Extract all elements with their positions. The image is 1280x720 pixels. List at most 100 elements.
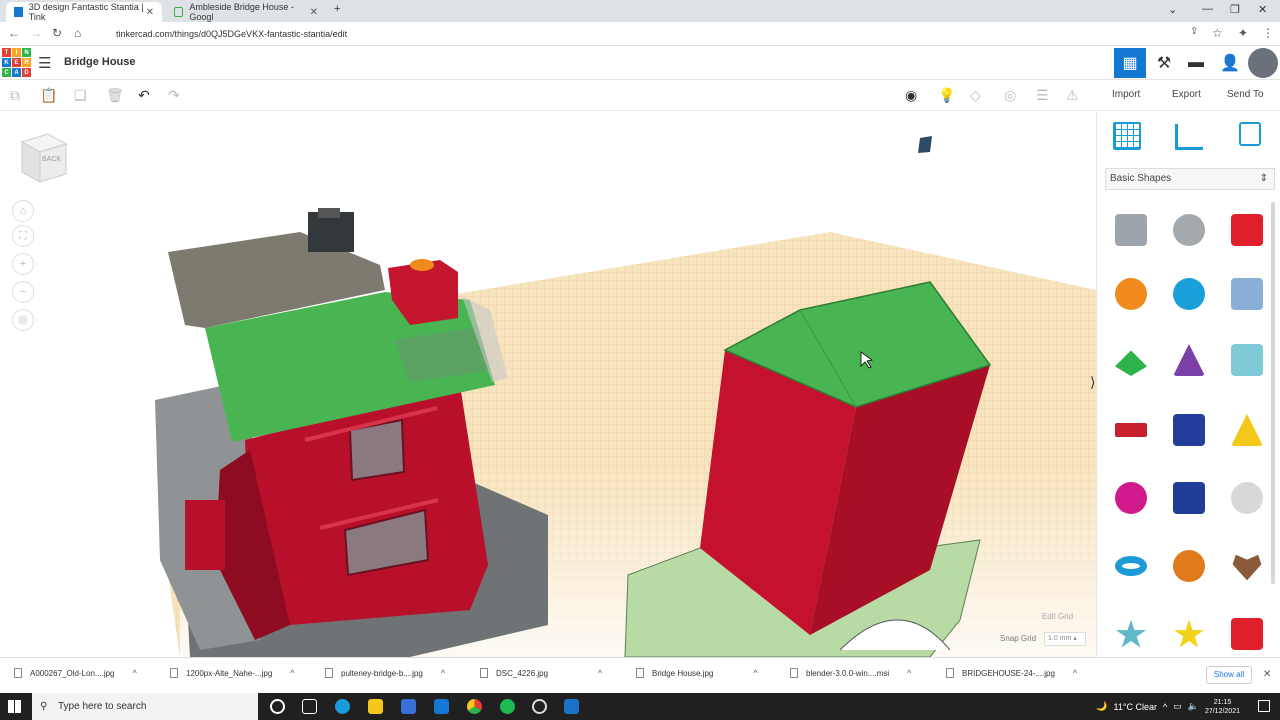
align-icon[interactable]: ☰: [1036, 87, 1049, 104]
chevron-up-icon[interactable]: ^: [290, 668, 294, 678]
url-field[interactable]: tinkercad.com/things/d0QJ5DGeVKX-fantast…: [100, 25, 1180, 43]
shape-icon[interactable]: ◇: [970, 87, 981, 104]
notifications-icon[interactable]: [1258, 700, 1270, 712]
export-button[interactable]: Export: [1172, 89, 1201, 100]
volume-icon[interactable]: 🔈: [1188, 701, 1199, 712]
download-item[interactable]: pulteney-bridge-b....jpg ^: [325, 668, 445, 678]
shape-half-sphere[interactable]: [1109, 476, 1153, 520]
shape-cylinder[interactable]: [1109, 272, 1153, 316]
browser-tab-google[interactable]: Ambleside Bridge House - Googl ✕: [166, 2, 326, 22]
fit-view-icon[interactable]: ⛶: [12, 225, 34, 247]
close-downloads-icon[interactable]: ✕: [1263, 669, 1271, 680]
chevron-up-icon[interactable]: ^: [753, 668, 757, 678]
bookmark-star-icon[interactable]: ☆: [1212, 26, 1223, 40]
close-tab-icon[interactable]: ✕: [146, 7, 154, 18]
shape-wedge-box[interactable]: [1167, 408, 1211, 452]
light-icon[interactable]: 💡: [938, 87, 955, 104]
close-tab-icon[interactable]: ✕: [310, 7, 318, 18]
3d-scene[interactable]: [0, 112, 1096, 657]
tinkercad-logo[interactable]: T I N K E R C A D: [2, 48, 31, 78]
red-steps[interactable]: [185, 500, 225, 570]
add-user-button[interactable]: 👤: [1214, 48, 1246, 78]
shape-tube[interactable]: [1167, 544, 1211, 588]
shape-heart[interactable]: [1225, 544, 1269, 588]
3d-view-button[interactable]: ▦: [1114, 48, 1146, 78]
back-icon[interactable]: ←: [8, 26, 20, 40]
cortana-icon[interactable]: [270, 699, 285, 714]
notes-icon[interactable]: ◉: [905, 87, 917, 104]
download-item[interactable]: Bridge House.jpg ^: [636, 668, 758, 678]
shape-box-striped[interactable]: [1109, 208, 1153, 252]
import-button[interactable]: Import: [1112, 89, 1140, 100]
shape-star[interactable]: [1109, 612, 1153, 656]
small-object[interactable]: [918, 136, 932, 153]
close-window-icon[interactable]: ✕: [1258, 3, 1267, 16]
undo-icon[interactable]: ↶: [138, 87, 150, 104]
snap-grid-select[interactable]: 1.0 mm ▴: [1044, 632, 1086, 646]
send-to-button[interactable]: Send To: [1227, 89, 1264, 100]
chevron-up-icon[interactable]: ^: [1163, 702, 1167, 712]
weather-text[interactable]: 11°C Clear: [1114, 702, 1157, 712]
zoom-out-icon[interactable]: −: [12, 281, 34, 303]
view-cube[interactable]: BACK: [18, 132, 68, 184]
windows-start-icon[interactable]: [8, 700, 21, 713]
download-item[interactable]: 1200px-Alte_Nahe-...jpg ^: [170, 668, 295, 678]
chevron-up-icon[interactable]: ^: [598, 668, 602, 678]
forward-icon[interactable]: →: [30, 26, 42, 40]
notes-tool-icon[interactable]: [1239, 122, 1261, 146]
edit-grid-button[interactable]: Edit Grid: [1042, 612, 1073, 621]
store-icon[interactable]: [401, 699, 416, 714]
download-item[interactable]: DSC_4226.jpg ^: [480, 668, 602, 678]
shape-sphere[interactable]: [1167, 272, 1211, 316]
network-icon[interactable]: ▭: [1173, 701, 1182, 712]
app-icon[interactable]: [564, 699, 579, 714]
chevron-up-icon[interactable]: ^: [441, 668, 445, 678]
duplicate-icon[interactable]: ❏: [74, 87, 87, 104]
browser-tab-tinkercad[interactable]: 3D design Fantastic Stantia | Tink ✕: [6, 2, 162, 22]
shape-cone[interactable]: [1167, 338, 1211, 382]
zoom-in-icon[interactable]: +: [12, 253, 34, 275]
shape-icosahedron[interactable]: [1225, 612, 1269, 656]
download-item[interactable]: BRIDGEHOUSE-24-....jpg ^: [946, 668, 1077, 678]
chrome-menu-icon[interactable]: ⋮: [1262, 26, 1274, 40]
edge-icon[interactable]: [335, 699, 350, 714]
file-explorer-icon[interactable]: [368, 699, 383, 714]
workplane-tool-icon[interactable]: [1113, 122, 1141, 150]
show-all-button[interactable]: Show all: [1206, 666, 1252, 684]
download-item[interactable]: A000267_Old-Lon....jpg ^: [14, 668, 137, 678]
shape-star-yellow[interactable]: [1167, 612, 1211, 656]
taskbar-search[interactable]: ⚲ Type here to search: [32, 693, 258, 720]
shape-round-roof[interactable]: [1225, 338, 1269, 382]
shape-scribble[interactable]: [1225, 272, 1269, 316]
chevron-up-icon[interactable]: ^: [907, 668, 911, 678]
shape-category-select[interactable]: Basic Shapes ⇕: [1105, 168, 1275, 190]
shape-cylinder-striped[interactable]: [1167, 208, 1211, 252]
copy-icon[interactable]: ⧉: [10, 87, 20, 104]
perspective-icon[interactable]: ◎: [12, 309, 34, 331]
chevron-up-icon[interactable]: ^: [133, 668, 137, 678]
hole-icon[interactable]: ◎: [1004, 87, 1016, 104]
task-view-icon[interactable]: [302, 699, 317, 714]
design-title[interactable]: Bridge House: [64, 56, 136, 68]
clock[interactable]: 21:15 27/12/2021: [1205, 698, 1240, 716]
design-list-icon[interactable]: ☰: [38, 54, 51, 72]
reload-icon[interactable]: ↻: [52, 26, 62, 40]
codeblocks-button[interactable]: ⚒: [1148, 48, 1180, 78]
home-view-icon[interactable]: ⌂: [12, 200, 34, 222]
avatar[interactable]: [1248, 48, 1278, 78]
restore-icon[interactable]: ❐: [1230, 3, 1240, 16]
panel-collapse-icon[interactable]: ⟩: [1090, 374, 1095, 391]
home-icon[interactable]: ⌂: [74, 26, 81, 40]
mail-icon[interactable]: [434, 699, 449, 714]
spotify-icon[interactable]: [500, 699, 515, 714]
tab-search-icon[interactable]: ⌄: [1168, 3, 1177, 16]
minimize-icon[interactable]: —: [1202, 3, 1213, 15]
chrome-icon[interactable]: [467, 699, 482, 714]
workplane-viewport[interactable]: BACK ⌂ ⛶ + − ◎ Edit Grid Snap Grid 1.0 m…: [0, 112, 1096, 657]
share-icon[interactable]: ⇪: [1190, 26, 1198, 37]
new-tab-button[interactable]: +: [334, 3, 340, 15]
redo-icon[interactable]: ↷: [168, 87, 180, 104]
chevron-up-icon[interactable]: ^: [1073, 668, 1077, 678]
shape-polygon[interactable]: [1167, 476, 1211, 520]
shape-text[interactable]: [1109, 408, 1153, 452]
